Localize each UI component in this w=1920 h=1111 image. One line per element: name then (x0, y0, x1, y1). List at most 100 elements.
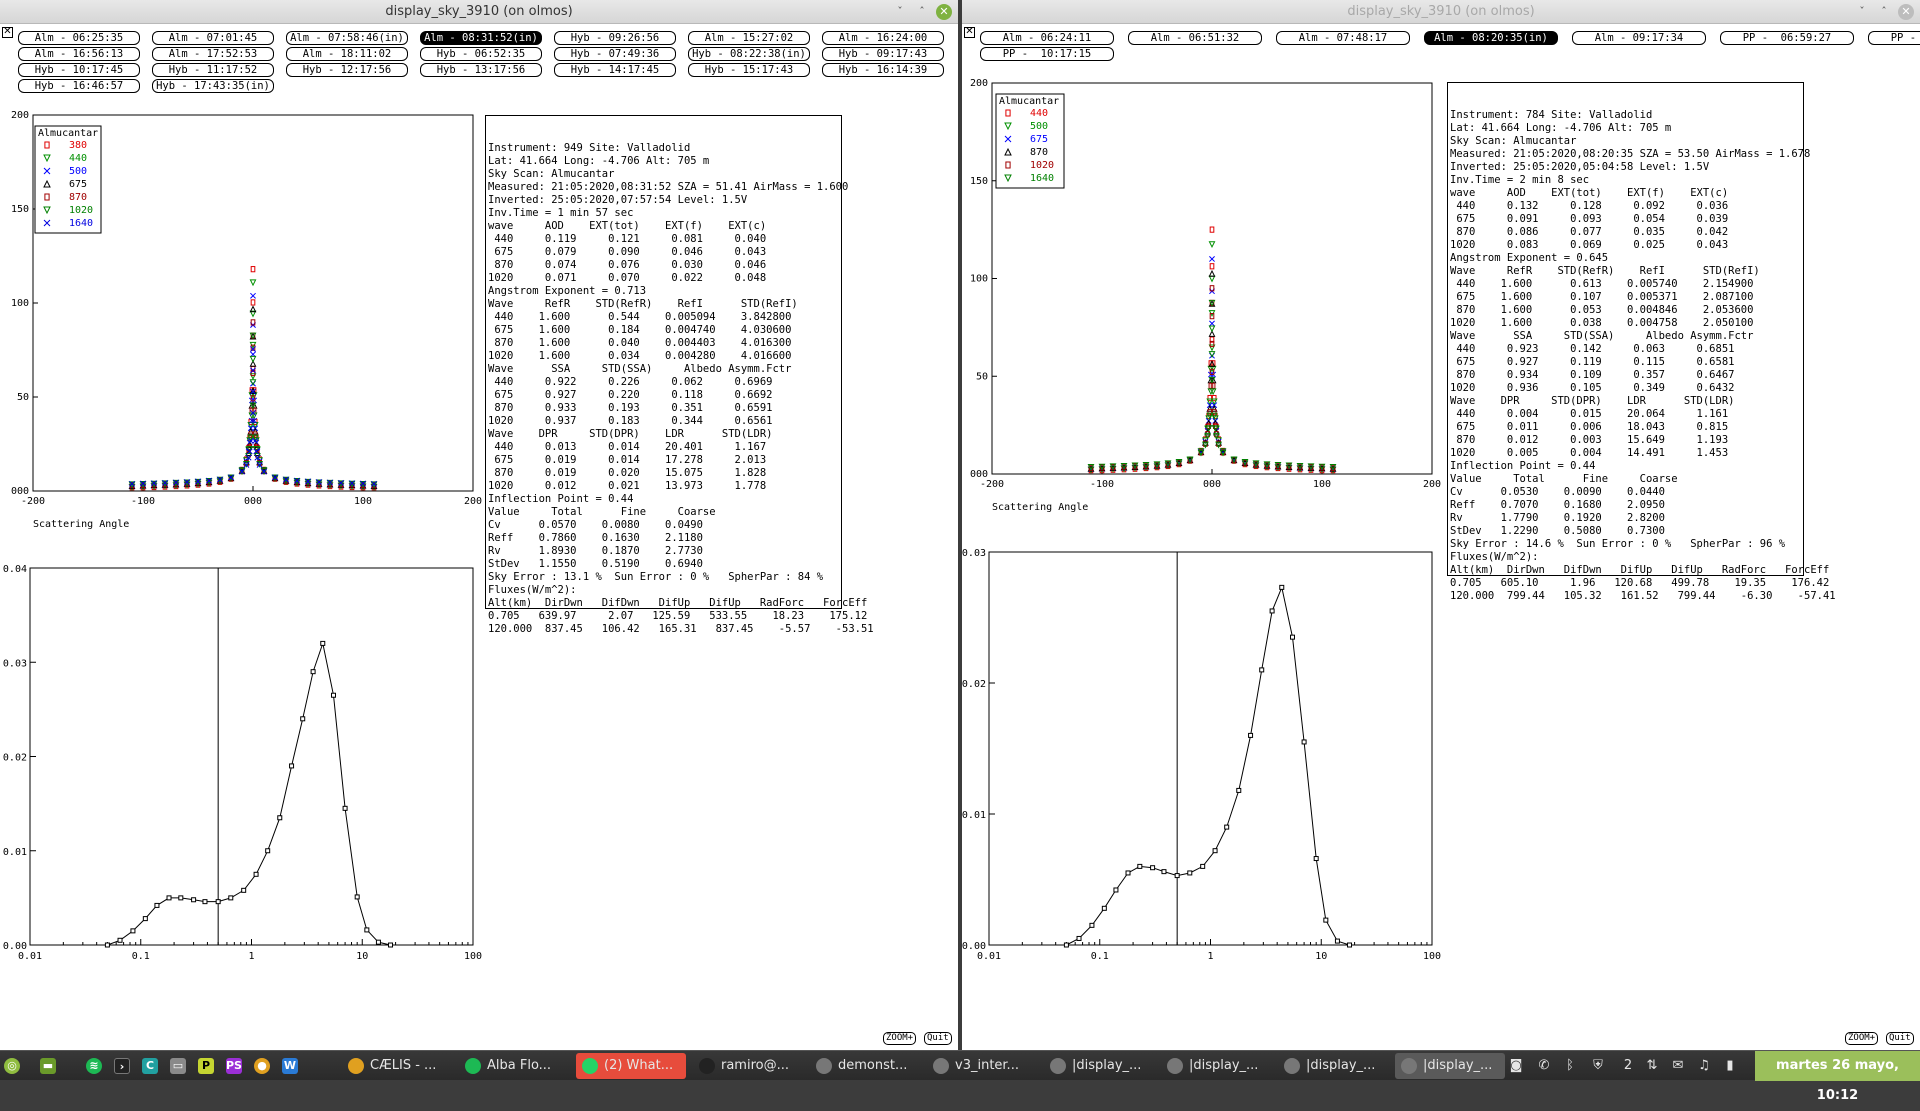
data-point (202, 899, 208, 905)
chart-legend: Almucantar440 500 675 870 1020 1640 (995, 93, 1065, 189)
network-icon[interactable]: ⇅ (1644, 1058, 1660, 1074)
x-tick-label: 100 (1423, 951, 1441, 962)
taskbar-window-label: Alba Flo... (487, 1058, 552, 1073)
x-tick-label: 0.1 (132, 951, 150, 962)
music-icon[interactable]: ♫ (1696, 1058, 1712, 1074)
taskbar-window-button[interactable]: ramiro@... (693, 1053, 803, 1079)
x-tick-label: 100 (1313, 479, 1331, 490)
legend-title: Almucantar (999, 96, 1059, 107)
info-line: 1020 0.012 0.021 13.973 1.778 (488, 480, 767, 492)
folder-launcher-icon[interactable]: ▭ (170, 1055, 192, 1077)
data-point (320, 640, 326, 646)
legend-entry: 675 (1030, 134, 1048, 145)
taskbar-window-button[interactable]: |display_... (1044, 1053, 1154, 1079)
info-line: 1020 0.071 0.070 0.022 0.048 (488, 272, 767, 284)
menu-icon[interactable]: ◎ (4, 1055, 26, 1077)
info-line: 870 0.019 0.020 15.075 1.828 (488, 467, 767, 479)
writer-launcher-icon[interactable]: W (282, 1055, 304, 1077)
taskbar-window-button[interactable]: CÆLIS - ... (342, 1053, 452, 1079)
x-tick-label: -200 (21, 496, 45, 507)
data-point (1187, 870, 1193, 876)
data-point (142, 916, 148, 922)
taskbar-window-button[interactable]: |display_... (1395, 1053, 1505, 1079)
data-marker (1208, 269, 1216, 277)
camera-icon[interactable]: ◙ (1508, 1058, 1524, 1074)
data-point (104, 942, 110, 948)
bluetooth-icon[interactable]: ᛒ (1562, 1058, 1578, 1074)
info-line: Lat: 41.664 Long: -4.706 Alt: 705 m (488, 155, 710, 167)
taskbar-window-button[interactable]: |display_... (1161, 1053, 1271, 1079)
files-launcher-icon[interactable]: ▬ (40, 1055, 62, 1077)
taskbar-window-label: ramiro@... (721, 1058, 789, 1073)
legend-entry: 1640 (1030, 173, 1054, 184)
spotify-launcher-icon[interactable]: ≋ (86, 1055, 108, 1077)
data-point (166, 895, 172, 901)
x-tick-label: 1 (1207, 951, 1213, 962)
info-line: Reff 0.7070 0.1680 2.0950 (1450, 499, 1665, 511)
taskbar-window-button[interactable]: (2) What... (576, 1053, 686, 1079)
chrome-icon (348, 1057, 364, 1074)
data-point (330, 692, 336, 698)
info-line: Wave RefR STD(RefR) RefI STD(RefI) (1450, 265, 1760, 277)
chrome-launcher-icon[interactable]: ● (254, 1055, 276, 1077)
info-line: Wave SSA STD(SSA) Albedo Asymm.Fctr (1450, 330, 1754, 342)
data-point (342, 805, 348, 811)
info-line: 1020 0.937 0.183 0.344 0.6561 (488, 415, 773, 427)
info-line: 675 0.091 0.093 0.054 0.039 (1450, 213, 1729, 225)
x-tick-label: -100 (131, 496, 155, 507)
taskbar-window-button[interactable]: |display_... (1278, 1053, 1388, 1079)
angular-radiance-chart: -200 -100 000 100 200 000 50 100 150 200 Scatterin… (11, 110, 482, 530)
shield-icon[interactable]: ⛨ (1590, 1058, 1606, 1074)
pycharm-launcher-icon[interactable]: C (142, 1055, 164, 1077)
chat-icon[interactable]: ✉ (1670, 1058, 1686, 1074)
workspace-indicator[interactable]: 2 (1616, 1058, 1640, 1074)
zoom-button[interactable]: ZOOM+ (1845, 1032, 1879, 1045)
y-tick-label: 0.03 (962, 548, 986, 559)
data-marker (249, 379, 257, 387)
taskbar-window-button[interactable]: demonst... (810, 1053, 920, 1079)
data-marker (1211, 394, 1217, 402)
y-tick-label: 0.02 (3, 753, 27, 764)
data-point (1212, 848, 1218, 854)
info-line: wave AOD EXT(tot) EXT(f) EXT(c) (488, 220, 767, 232)
x-tick-label: 000 (244, 496, 262, 507)
info-line: Cv 0.0530 0.0090 0.0440 (1450, 486, 1665, 498)
y-tick-label: 150 (11, 204, 29, 215)
info-text: Instrument: 784 Site: Valladolid Lat: 41.… (1450, 109, 1836, 603)
x-tick-label: 100 (354, 496, 372, 507)
clock[interactable]: martes 26 mayo, 10:12 (1755, 1051, 1920, 1103)
info-line: 440 0.922 0.226 0.062 0.6969 (488, 376, 773, 388)
quit-button[interactable]: Quit (1886, 1032, 1914, 1045)
data-marker (250, 292, 256, 299)
taskbar-window-label: (2) What... (604, 1058, 674, 1073)
data-point (1174, 873, 1180, 879)
terminal-launcher-icon[interactable]: › (114, 1055, 136, 1077)
data-marker (250, 299, 256, 306)
taskbar-window-label: |display_... (1423, 1058, 1493, 1073)
info-line: 440 0.132 0.128 0.092 0.036 (1450, 200, 1729, 212)
data-marker (1209, 226, 1215, 233)
info-line: 675 1.600 0.107 0.005371 2.087100 (1450, 291, 1754, 303)
phpstorm-launcher-icon[interactable]: PS (226, 1055, 248, 1077)
battery-icon[interactable]: ▮ (1722, 1058, 1738, 1074)
series-1640 (1087, 299, 1337, 471)
zoom-button[interactable]: ZOOM+ (883, 1032, 917, 1045)
info-line: Reff 0.7860 0.1630 2.1180 (488, 532, 703, 544)
whatsapp-tray-icon[interactable]: ✆ (1536, 1058, 1552, 1074)
taskbar-window-button[interactable]: v3_inter... (927, 1053, 1037, 1079)
info-line: 675 0.927 0.220 0.118 0.6692 (488, 389, 773, 401)
info-line: 1020 0.936 0.105 0.349 0.6432 (1450, 382, 1735, 394)
data-marker (249, 355, 257, 363)
data-point (1269, 608, 1275, 614)
data-point (178, 895, 184, 901)
y-tick-label: 200 (970, 78, 988, 89)
taskbar-window-button[interactable]: Alba Flo... (459, 1053, 569, 1079)
ide-launcher-icon[interactable]: P (198, 1055, 220, 1077)
info-line: 440 0.004 0.015 20.064 1.161 (1450, 408, 1729, 420)
info-line: 870 0.934 0.109 0.357 0.6467 (1450, 369, 1735, 381)
info-line: Wave SSA STD(SSA) Albedo Asymm.Fctr (488, 363, 792, 375)
y-tick-label: 0.01 (3, 847, 27, 858)
sky-window-left: display_sky_3910 (on olmos) ˇ ˆ ✕ ✕ Alm … (0, 0, 958, 1050)
quit-button[interactable]: Quit (924, 1032, 952, 1045)
data-point (1101, 905, 1107, 911)
